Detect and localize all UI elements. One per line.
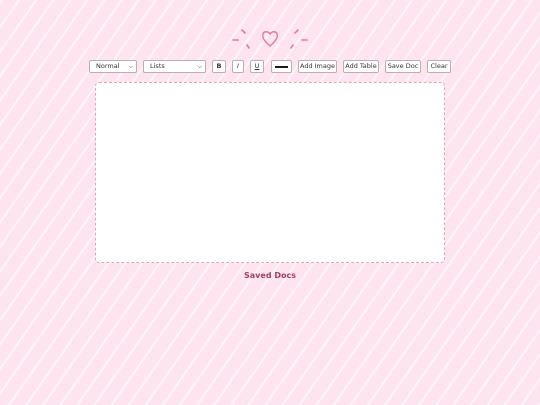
chevron-down-icon: ⌵ bbox=[197, 63, 202, 70]
color-swatch bbox=[275, 66, 288, 68]
clear-button[interactable]: Clear bbox=[427, 60, 451, 73]
format-select[interactable]: Normal ⌵ bbox=[89, 60, 137, 73]
bold-button[interactable]: B bbox=[212, 60, 226, 73]
italic-button[interactable]: I bbox=[232, 60, 244, 73]
format-select-value: Normal bbox=[96, 62, 120, 70]
text-color-picker[interactable] bbox=[271, 60, 292, 73]
list-select-value: Lists bbox=[150, 62, 165, 70]
chevron-down-icon: ⌵ bbox=[128, 63, 133, 70]
saved-docs-heading: Saved Docs bbox=[244, 271, 296, 280]
list-select[interactable]: Lists ⌵ bbox=[143, 60, 206, 73]
add-table-button[interactable]: Add Table bbox=[343, 60, 379, 73]
add-image-button[interactable]: Add Image bbox=[298, 60, 337, 73]
save-doc-button[interactable]: Save Doc bbox=[385, 60, 421, 73]
underline-button[interactable]: U bbox=[250, 60, 264, 73]
document-editor[interactable] bbox=[95, 82, 445, 263]
heart-logo-icon bbox=[232, 29, 308, 49]
